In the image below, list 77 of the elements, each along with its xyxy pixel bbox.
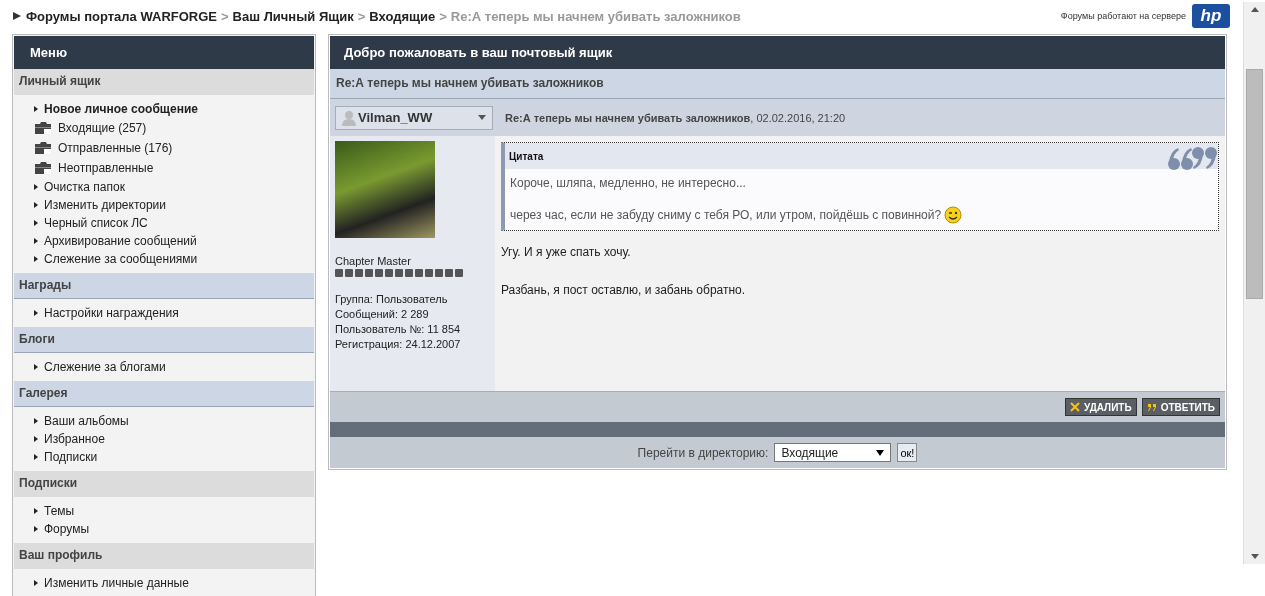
bullet-arrow-icon xyxy=(34,418,38,424)
section-heading: Ваш профиль xyxy=(14,543,314,569)
bullet-arrow-icon xyxy=(34,580,38,586)
section-heading: Блоги xyxy=(14,327,314,353)
bullet-arrow-icon xyxy=(34,220,38,226)
menu-link[interactable]: Черный список ЛС xyxy=(44,216,148,230)
bullet-arrow-icon xyxy=(34,364,38,370)
sidebar-title: Меню xyxy=(14,36,314,69)
quote-icon xyxy=(1146,402,1157,412)
bullet-arrow-icon xyxy=(34,238,38,244)
breadcrumb-link[interactable]: Ваш Личный Ящик xyxy=(232,8,354,24)
user-info: Регистрация: 24.12.2007 xyxy=(335,337,462,352)
folder-icon xyxy=(34,161,52,175)
bullet-arrow-icon xyxy=(34,256,38,262)
bullet-arrow-icon xyxy=(34,508,38,514)
menu-link[interactable]: Избранное xyxy=(44,432,105,446)
menu-link[interactable]: Слежение за сообщениями xyxy=(44,252,198,266)
user-icon xyxy=(342,109,356,126)
menu-link[interactable]: Отправленные (176) xyxy=(58,141,173,155)
caret-icon xyxy=(478,115,486,120)
bullet-arrow-icon xyxy=(34,526,38,532)
menu-link[interactable]: Слежение за блогами xyxy=(44,360,166,374)
folder-icon xyxy=(34,121,52,135)
section-heading: Галерея xyxy=(14,381,314,407)
breadcrumb-arrow-icon xyxy=(12,11,22,21)
delete-button[interactable]: УДАЛИТЬ xyxy=(1064,398,1137,416)
post-text: Разбань, я пост оставлю, и забань обратно. xyxy=(501,283,747,297)
menu-link[interactable]: Очистка папок xyxy=(44,180,125,194)
bullet-arrow-icon xyxy=(34,106,38,112)
breadcrumb-separator: > xyxy=(357,8,366,24)
scrollbar-drawing[interactable] xyxy=(1243,2,1265,564)
reply-button[interactable]: ОТВЕТИТЬ xyxy=(1141,398,1220,416)
jump-label: Перейти в директорию: xyxy=(637,445,769,460)
user-info: Группа: Пользователь xyxy=(335,292,449,307)
panel-title: Добро пожаловать в ваш почтовый ящик xyxy=(330,36,1225,69)
menu-link[interactable]: Изменить директории xyxy=(44,198,166,212)
menu-link[interactable]: Форумы xyxy=(44,522,90,536)
bullet-arrow-icon xyxy=(34,184,38,190)
server-note: Форумы работают на сервере xyxy=(1060,11,1186,21)
message-subject: Re:А теперь мы начнем убивать заложников xyxy=(330,69,1225,99)
menu-link[interactable]: Темы xyxy=(44,504,75,518)
menu-link[interactable]: Неотправленные xyxy=(58,161,154,175)
breadcrumb-separator: > xyxy=(439,8,447,24)
post-text: Угу. И я уже спать хочу. xyxy=(501,245,632,259)
section-heading: Подписки xyxy=(14,471,314,497)
ok-button[interactable]: ок! xyxy=(897,443,918,462)
bullet-arrow-icon xyxy=(34,436,38,442)
cross-icon xyxy=(1069,402,1080,412)
breadcrumb-link[interactable]: Форумы портала WARFORGE xyxy=(26,8,217,24)
menu-link[interactable]: Изменить личные данные xyxy=(44,576,189,590)
post-header: Re:А теперь мы начнем убивать заложников, 02.02.2016, 21:20 xyxy=(505,111,846,124)
server-logo: hp xyxy=(1192,4,1230,28)
user-info: Пользователь №: 11 854 xyxy=(335,322,462,337)
breadcrumb-link[interactable]: Входящие xyxy=(369,8,436,24)
user-rank: Chapter Master xyxy=(335,255,412,267)
user-info: Сообщений: 2 289 xyxy=(335,307,430,322)
section-heading: Личный ящик xyxy=(14,69,314,95)
breadcrumb-separator: > xyxy=(221,8,229,24)
menu-link[interactable]: Входящие (257) xyxy=(58,121,147,135)
caret-icon xyxy=(876,449,885,456)
folder-select[interactable]: Входящие xyxy=(774,443,892,462)
section-heading: Награды xyxy=(14,273,314,299)
menu-link[interactable]: Ваши альбомы xyxy=(44,414,129,428)
menu-link[interactable]: Архивирование сообщений xyxy=(44,234,197,248)
quote-text: Короче, шляпа, медленно, не интересно... xyxy=(510,176,747,190)
bullet-arrow-icon xyxy=(34,454,38,460)
folder-icon xyxy=(34,141,52,155)
quote-marks-icon xyxy=(1166,145,1218,171)
bullet-arrow-icon xyxy=(34,310,38,316)
bullet-arrow-icon xyxy=(34,202,38,208)
quote-label: Цитата xyxy=(509,150,544,162)
wink-smiley-icon xyxy=(944,206,963,224)
author-dropdown[interactable]: Vilman_WW xyxy=(335,105,493,130)
menu-link[interactable]: Настройки награждения xyxy=(44,306,179,320)
menu-link[interactable]: Новое личное сообщение xyxy=(44,102,198,116)
quote-text: через час, если не забуду сниму с тебя РО, или утром, пойдёшь с повинной? xyxy=(510,206,1213,224)
menu-link[interactable]: Подписки xyxy=(44,450,98,464)
